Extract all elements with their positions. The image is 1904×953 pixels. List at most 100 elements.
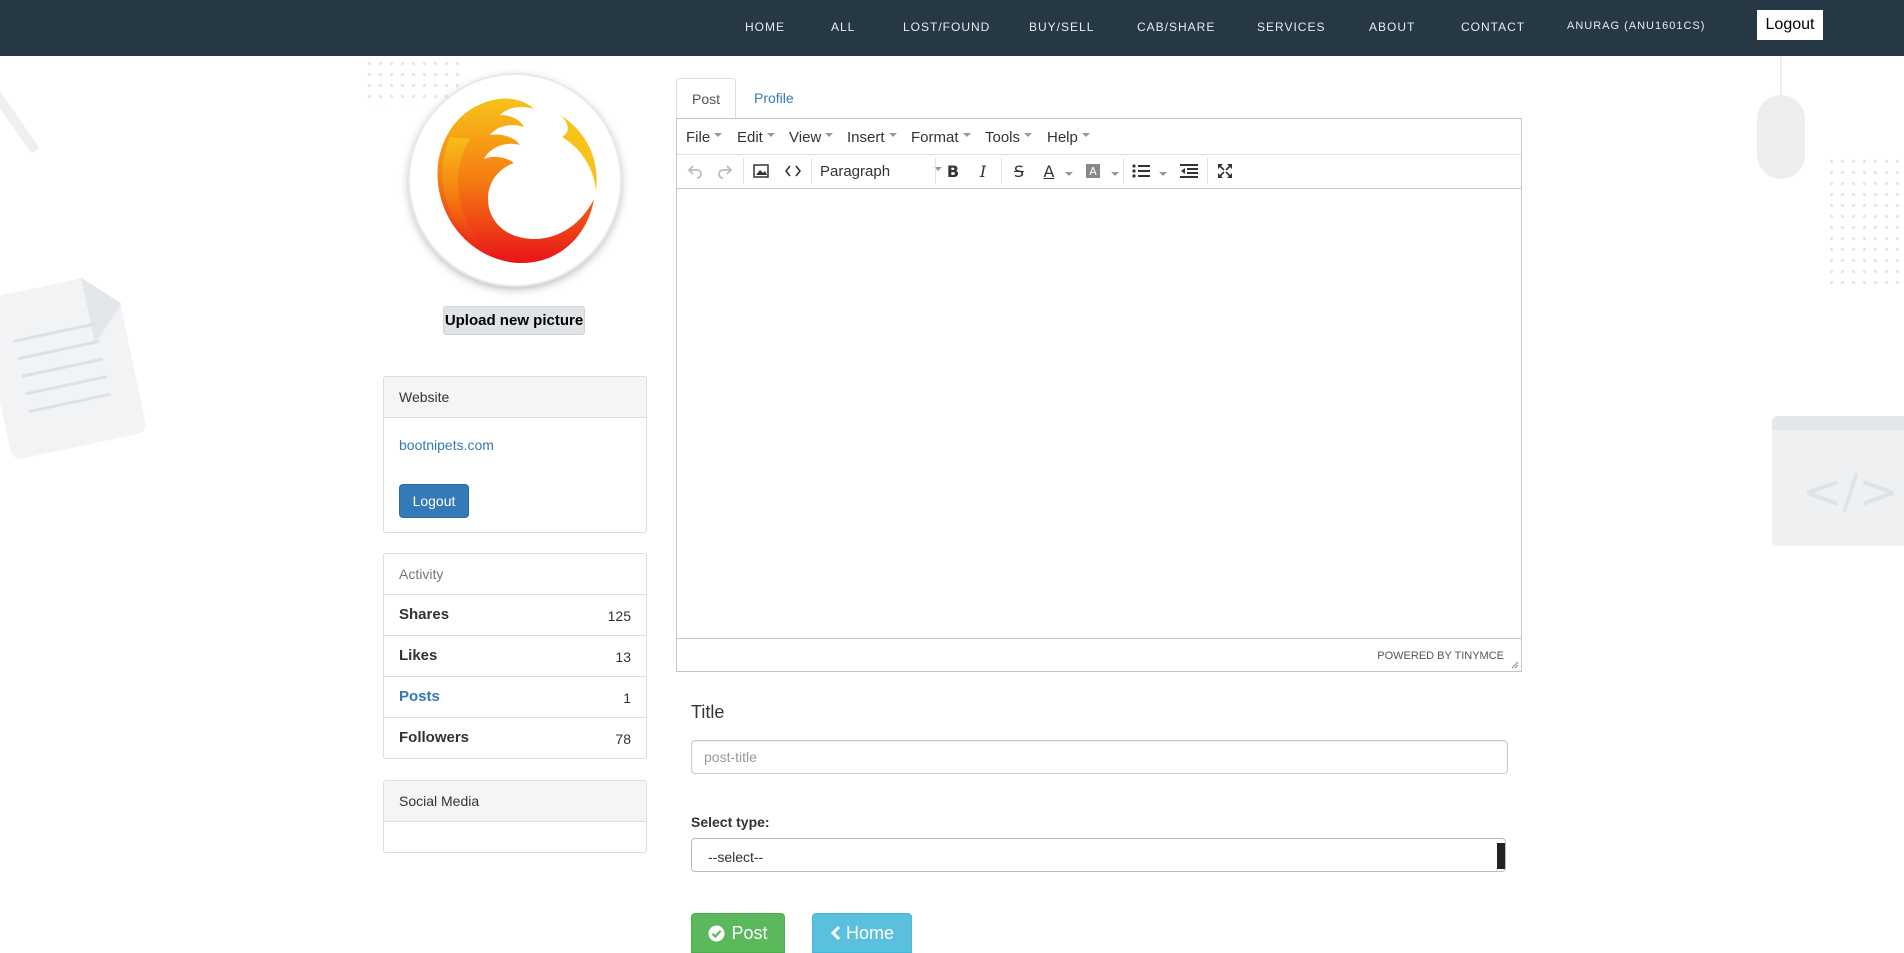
background-mouse-cord-decoration xyxy=(1780,56,1782,96)
nav-cab-share[interactable]: CAB/SHARE xyxy=(1137,20,1215,34)
post-button-label: Post xyxy=(731,922,768,943)
nav-logout-button[interactable]: Logout xyxy=(1757,10,1823,40)
menu-help-label: Help xyxy=(1047,129,1078,146)
post-submit-button[interactable]: Post xyxy=(691,913,785,953)
block-format-select[interactable]: Paragraph xyxy=(820,163,943,180)
background-color-icon[interactable]: A xyxy=(1083,160,1103,182)
post-type-select[interactable]: --select-- xyxy=(691,838,1506,872)
activity-panel-heading: Activity xyxy=(384,554,646,594)
check-circle-icon xyxy=(708,925,725,941)
home-button-label: Home xyxy=(845,922,894,943)
background-pencil-decoration xyxy=(0,66,40,154)
activity-label: Shares xyxy=(399,606,450,623)
chevron-down-icon xyxy=(714,133,723,138)
chevron-down-icon[interactable] xyxy=(1065,172,1073,176)
activity-row-shares: Shares 125 xyxy=(384,594,646,635)
resize-handle-icon[interactable] xyxy=(1511,661,1519,669)
chevron-down-icon[interactable] xyxy=(1111,172,1119,176)
nav-home[interactable]: HOME xyxy=(745,20,785,34)
social-media-panel-heading: Social Media xyxy=(384,781,646,822)
upload-picture-button[interactable]: Upload new picture xyxy=(443,306,585,335)
chevron-down-icon xyxy=(766,133,775,138)
background-document-decoration xyxy=(0,270,148,461)
menu-view[interactable]: View xyxy=(789,129,834,146)
activity-count: 13 xyxy=(615,649,631,665)
source-code-icon[interactable] xyxy=(781,160,805,182)
select-type-label: Select type: xyxy=(691,814,770,830)
select-arrow-icon xyxy=(1497,843,1505,869)
menu-insert-label: Insert xyxy=(847,129,885,146)
chevron-left-icon xyxy=(830,925,841,941)
chevron-down-icon xyxy=(888,133,897,138)
nav-services[interactable]: SERVICES xyxy=(1257,20,1325,34)
chevron-down-icon xyxy=(825,133,834,138)
tab-profile[interactable]: Profile xyxy=(739,78,809,119)
menu-edit-label: Edit xyxy=(737,129,763,146)
block-format-value: Paragraph xyxy=(820,163,891,180)
menu-view-label: View xyxy=(789,129,822,146)
nav-user-menu[interactable]: ANURAG (ANU1601CS) xyxy=(1567,20,1705,32)
activity-label[interactable]: Posts xyxy=(399,688,440,705)
menu-tools[interactable]: Tools xyxy=(985,129,1033,146)
editor-toolbar: Paragraph B I S A A xyxy=(677,154,1521,189)
menu-help[interactable]: Help xyxy=(1047,129,1090,146)
nav-lost-found[interactable]: LOST/FOUND xyxy=(903,20,990,34)
toolbar-divider xyxy=(743,158,744,184)
outdent-icon[interactable] xyxy=(1177,160,1201,182)
toolbar-divider xyxy=(1207,158,1208,184)
toolbar-divider xyxy=(1123,158,1124,184)
menu-edit[interactable]: Edit xyxy=(737,129,775,146)
menu-format[interactable]: Format xyxy=(911,129,971,146)
activity-row-likes: Likes 13 xyxy=(384,635,646,676)
powered-by-label[interactable]: POWERED BY TINYMCE xyxy=(1377,650,1504,662)
social-media-panel: Social Media xyxy=(383,780,647,853)
chevron-down-icon[interactable] xyxy=(1159,172,1167,176)
activity-count: 78 xyxy=(615,731,631,747)
text-color-icon[interactable]: A xyxy=(1037,160,1061,182)
strikethrough-icon[interactable]: S xyxy=(1007,160,1031,182)
background-dots-decoration-right xyxy=(1826,156,1904,286)
editor-content-area[interactable] xyxy=(677,189,1521,639)
background-mouse-decoration xyxy=(1757,95,1805,179)
fullscreen-icon[interactable] xyxy=(1213,160,1237,182)
editor-menubar: File Edit View Insert Format Tools Help xyxy=(677,119,1521,155)
italic-icon[interactable]: I xyxy=(971,160,995,182)
nav-contact[interactable]: CONTACT xyxy=(1461,20,1525,34)
undo-icon[interactable] xyxy=(685,160,705,182)
activity-row-posts[interactable]: Posts 1 xyxy=(384,676,646,717)
activity-label: Followers xyxy=(399,729,470,746)
menu-tools-label: Tools xyxy=(985,129,1021,146)
nav-about[interactable]: ABOUT xyxy=(1369,20,1415,34)
activity-panel: Activity Shares 125 Likes 13 Posts 1 Fol… xyxy=(383,553,647,759)
background-code-window-decoration: </> xyxy=(1772,416,1904,546)
nav-all[interactable]: ALL xyxy=(831,20,855,34)
menu-file[interactable]: File xyxy=(686,129,723,146)
website-link[interactable]: bootnipets.com xyxy=(399,437,494,453)
menu-insert[interactable]: Insert xyxy=(847,129,897,146)
toolbar-divider xyxy=(1001,158,1002,184)
editor-statusbar: POWERED BY TINYMCE xyxy=(677,638,1521,671)
post-title-input[interactable] xyxy=(691,740,1508,774)
home-button[interactable]: Home xyxy=(812,913,912,953)
menu-file-label: File xyxy=(686,129,711,146)
website-panel-heading: Website xyxy=(384,377,646,418)
image-icon[interactable] xyxy=(749,160,773,182)
redo-icon[interactable] xyxy=(715,160,735,182)
bullet-list-icon[interactable] xyxy=(1129,160,1153,182)
chevron-down-icon xyxy=(1081,133,1090,138)
post-type-select-value: --select-- xyxy=(708,849,764,865)
nav-buy-sell[interactable]: BUY/SELL xyxy=(1029,20,1094,34)
sidebar-logout-button[interactable]: Logout xyxy=(399,484,469,518)
bold-icon[interactable]: B xyxy=(941,160,965,182)
activity-row-followers: Followers 78 xyxy=(384,717,646,758)
menu-format-label: Format xyxy=(911,129,959,146)
tab-post[interactable]: Post xyxy=(676,78,737,120)
activity-count: 125 xyxy=(607,608,631,624)
top-navbar: HOME ALL LOST/FOUND BUY/SELL CAB/SHARE S… xyxy=(0,0,1904,56)
toolbar-divider xyxy=(935,158,936,184)
website-panel: Website bootnipets.com Logout xyxy=(383,376,647,533)
avatar xyxy=(410,75,620,285)
chevron-down-icon xyxy=(962,133,971,138)
activity-label: Likes xyxy=(399,647,438,664)
title-label: Title xyxy=(691,702,725,722)
